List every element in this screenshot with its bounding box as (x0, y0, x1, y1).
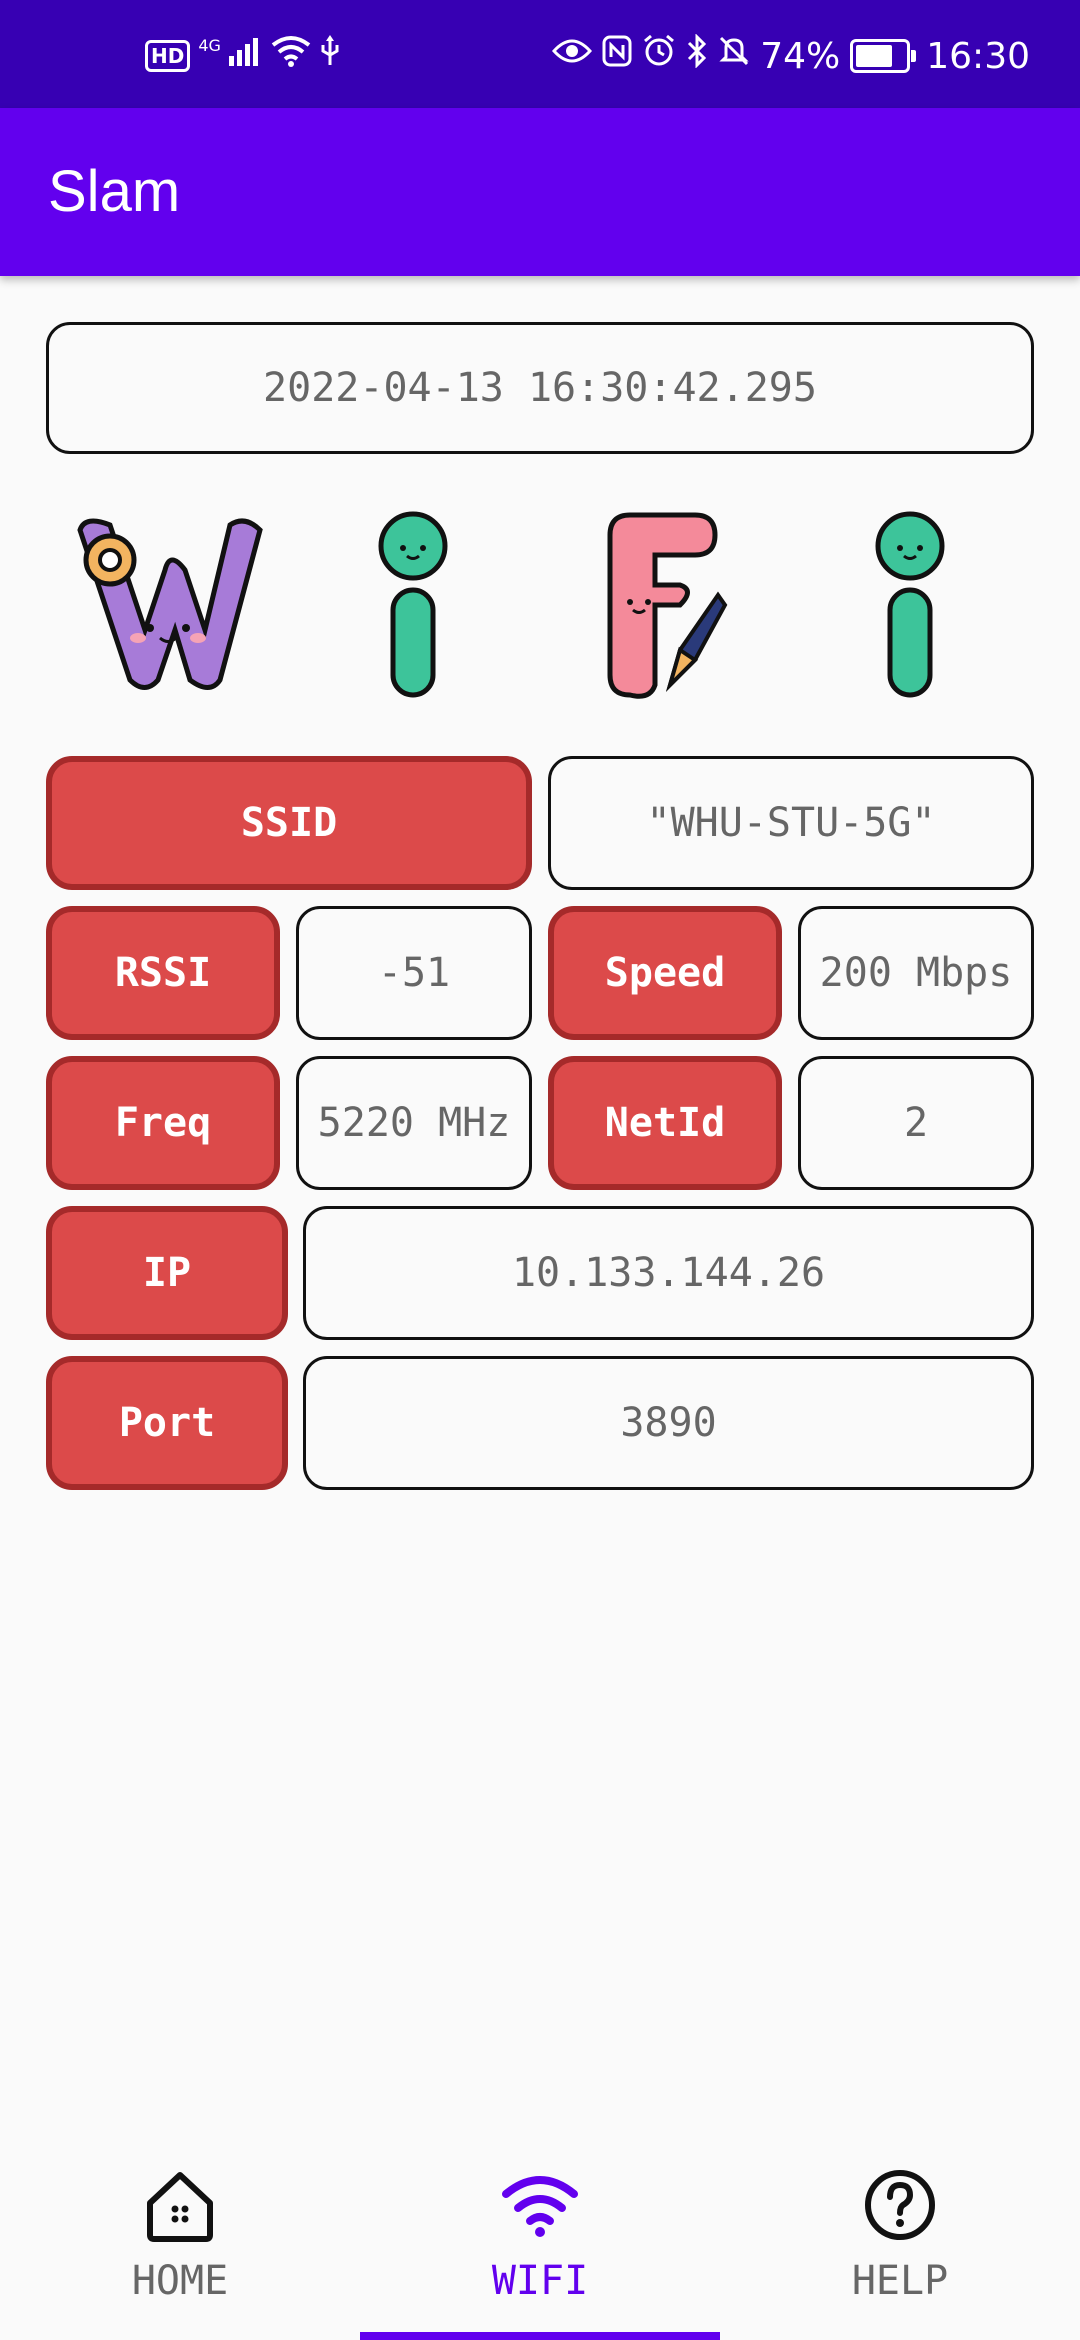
nfc-icon (602, 35, 632, 78)
letter-i-illustration (378, 511, 448, 698)
clock: 16:30 (926, 35, 1030, 77)
letter-f-illustration (607, 512, 728, 699)
status-left: HD 4G (145, 34, 341, 78)
freq-value: 5220 MHz (296, 1056, 532, 1190)
letter-i-illustration-2 (875, 511, 945, 698)
app-title: Slam (48, 159, 181, 224)
eye-icon (552, 36, 593, 76)
port-label-text: Port (118, 1400, 216, 1446)
netid-label: NetId (548, 1056, 782, 1190)
port-label: Port (46, 1356, 288, 1490)
ssid-value: "WHU-STU-5G" (548, 756, 1034, 890)
port-value: 3890 (303, 1356, 1034, 1490)
ssid-label-text: SSID (240, 800, 338, 846)
letter-w-illustration (77, 518, 263, 690)
nav-home[interactable]: HOME (0, 2140, 360, 2340)
speed-value-text: 200 Mbps (819, 950, 1013, 996)
wifi-icon (495, 2160, 585, 2250)
rssi-label: RSSI (46, 906, 280, 1040)
timestamp-display: 2022-04-13 16:30:42.295 (46, 322, 1034, 454)
port-value-text: 3890 (620, 1400, 717, 1446)
freq-value-text: 5220 MHz (317, 1100, 511, 1146)
usb-icon (319, 34, 341, 78)
signal-icon (228, 36, 263, 77)
rssi-label-text: RSSI (114, 950, 212, 996)
netid-value-text: 2 (903, 1100, 929, 1146)
wifi-status-icon (271, 35, 311, 78)
ip-value: 10.133.144.26 (303, 1206, 1034, 1340)
battery-level (856, 45, 893, 67)
netid-label-text: NetId (604, 1100, 726, 1146)
help-icon (855, 2160, 945, 2250)
speed-label-text: Speed (604, 950, 726, 996)
speed-value: 200 Mbps (798, 906, 1034, 1040)
ssid-value-text: "WHU-STU-5G" (646, 800, 936, 846)
ip-label: IP (46, 1206, 288, 1340)
battery-icon (850, 39, 917, 73)
mute-icon (718, 35, 750, 78)
freq-label: Freq (46, 1056, 280, 1190)
nav-wifi-label: WIFI (491, 2258, 589, 2304)
status-right: 74% 16:30 (552, 32, 1030, 79)
alarm-icon (642, 34, 676, 79)
battery-percent: 74% (760, 35, 841, 77)
nav-help[interactable]: HELP (720, 2140, 1080, 2340)
home-icon (135, 2160, 225, 2250)
freq-label-text: Freq (114, 1100, 212, 1146)
nav-help-label: HELP (851, 2258, 949, 2304)
bluetooth-icon (686, 32, 708, 79)
app-bar: Slam (0, 108, 1080, 276)
ip-value-text: 10.133.144.26 (511, 1250, 826, 1296)
status-bar: HD 4G 74% 16:30 (0, 0, 1080, 108)
nav-wifi[interactable]: WIFI (360, 2140, 720, 2340)
timestamp-text: 2022-04-13 16:30:42.295 (263, 365, 817, 411)
ip-label-text: IP (142, 1250, 192, 1296)
nav-home-label: HOME (131, 2258, 229, 2304)
active-tab-indicator (360, 2332, 720, 2340)
rssi-value-text: -51 (377, 950, 451, 996)
speed-label: Speed (548, 906, 782, 1040)
ssid-label: SSID (46, 756, 532, 890)
bottom-navigation: HOME WIFI HELP (0, 2140, 1080, 2340)
hd-badge: HD (145, 40, 191, 72)
rssi-value: -51 (296, 906, 532, 1040)
network-type: 4G (198, 36, 221, 55)
netid-value: 2 (798, 1056, 1034, 1190)
